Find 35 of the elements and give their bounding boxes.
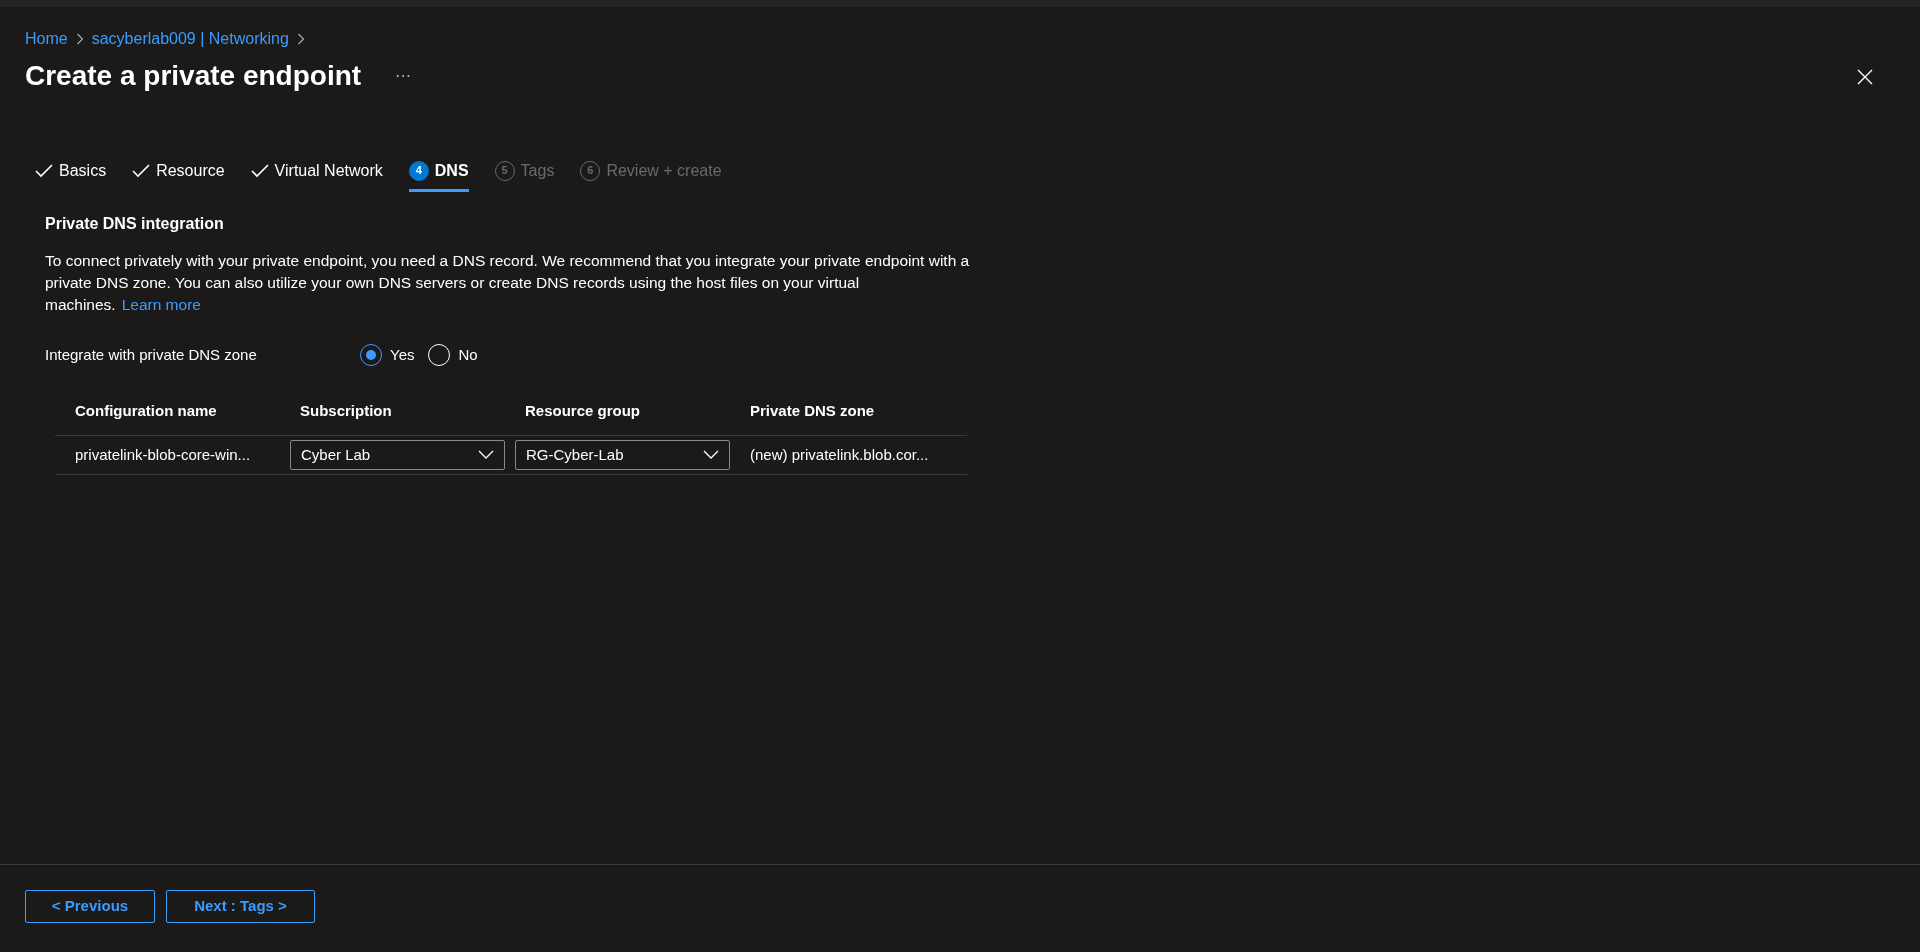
chevron-icon bbox=[75, 33, 84, 45]
dropdown[interactable]: RG-Cyber-Lab bbox=[515, 439, 730, 471]
next-button[interactable]: Next : Tags > bbox=[166, 890, 315, 923]
more-button[interactable]: ··· bbox=[389, 62, 418, 89]
table-cell-text: (new) privatelink.blob.cor... bbox=[749, 444, 930, 465]
dropdown[interactable]: Cyber Lab bbox=[290, 439, 505, 471]
wizard-tab[interactable]: Virtual Network bbox=[250, 158, 383, 192]
radio-label: Yes bbox=[390, 344, 415, 365]
close-icon bbox=[1857, 68, 1873, 85]
wizard-tab[interactable]: Basics bbox=[35, 158, 107, 192]
column-header: Subscription bbox=[299, 401, 393, 422]
checkmark-icon bbox=[35, 163, 53, 178]
caret-icon bbox=[703, 450, 719, 460]
breadcrumb-link[interactable]: Home bbox=[25, 27, 68, 51]
column-header: Resource group bbox=[524, 401, 642, 422]
wizard-tab[interactable]: Resource bbox=[132, 158, 225, 192]
checkmark-icon bbox=[132, 163, 151, 178]
caret-icon bbox=[478, 450, 494, 460]
radio-option[interactable]: Yes bbox=[360, 343, 415, 367]
step-number: 4 bbox=[408, 160, 429, 181]
table-cell-text: privatelink-blob-core-win... bbox=[74, 444, 252, 465]
checkmark-icon bbox=[250, 163, 269, 178]
breadcrumb-link[interactable]: sacyberlab009 | Networking bbox=[91, 27, 289, 51]
radio-label: No bbox=[458, 344, 478, 365]
wizard-tab[interactable]: 4 DNS bbox=[408, 158, 469, 192]
column-header: Private DNS zone bbox=[749, 401, 876, 422]
field-label: Integrate with private DNS zone bbox=[45, 344, 258, 365]
page-title: Create a private endpoint bbox=[25, 59, 362, 93]
previous-button[interactable]: < Previous bbox=[25, 890, 155, 923]
chevron-icon bbox=[296, 33, 305, 45]
description-text: To connect privately with your private endpoint, you need a DNS record. We recommend that you integrate your private endpoint with a private DNS zone. You can also utilize your own DNS servers or create DNS records using the host files on your virtual machines. Learn more bbox=[45, 250, 971, 315]
learn-more-link[interactable]: Learn more bbox=[121, 295, 201, 313]
column-header: Configuration name bbox=[74, 401, 218, 422]
radio-option[interactable]: No bbox=[428, 343, 478, 367]
section-heading: Private DNS integration bbox=[45, 213, 225, 234]
